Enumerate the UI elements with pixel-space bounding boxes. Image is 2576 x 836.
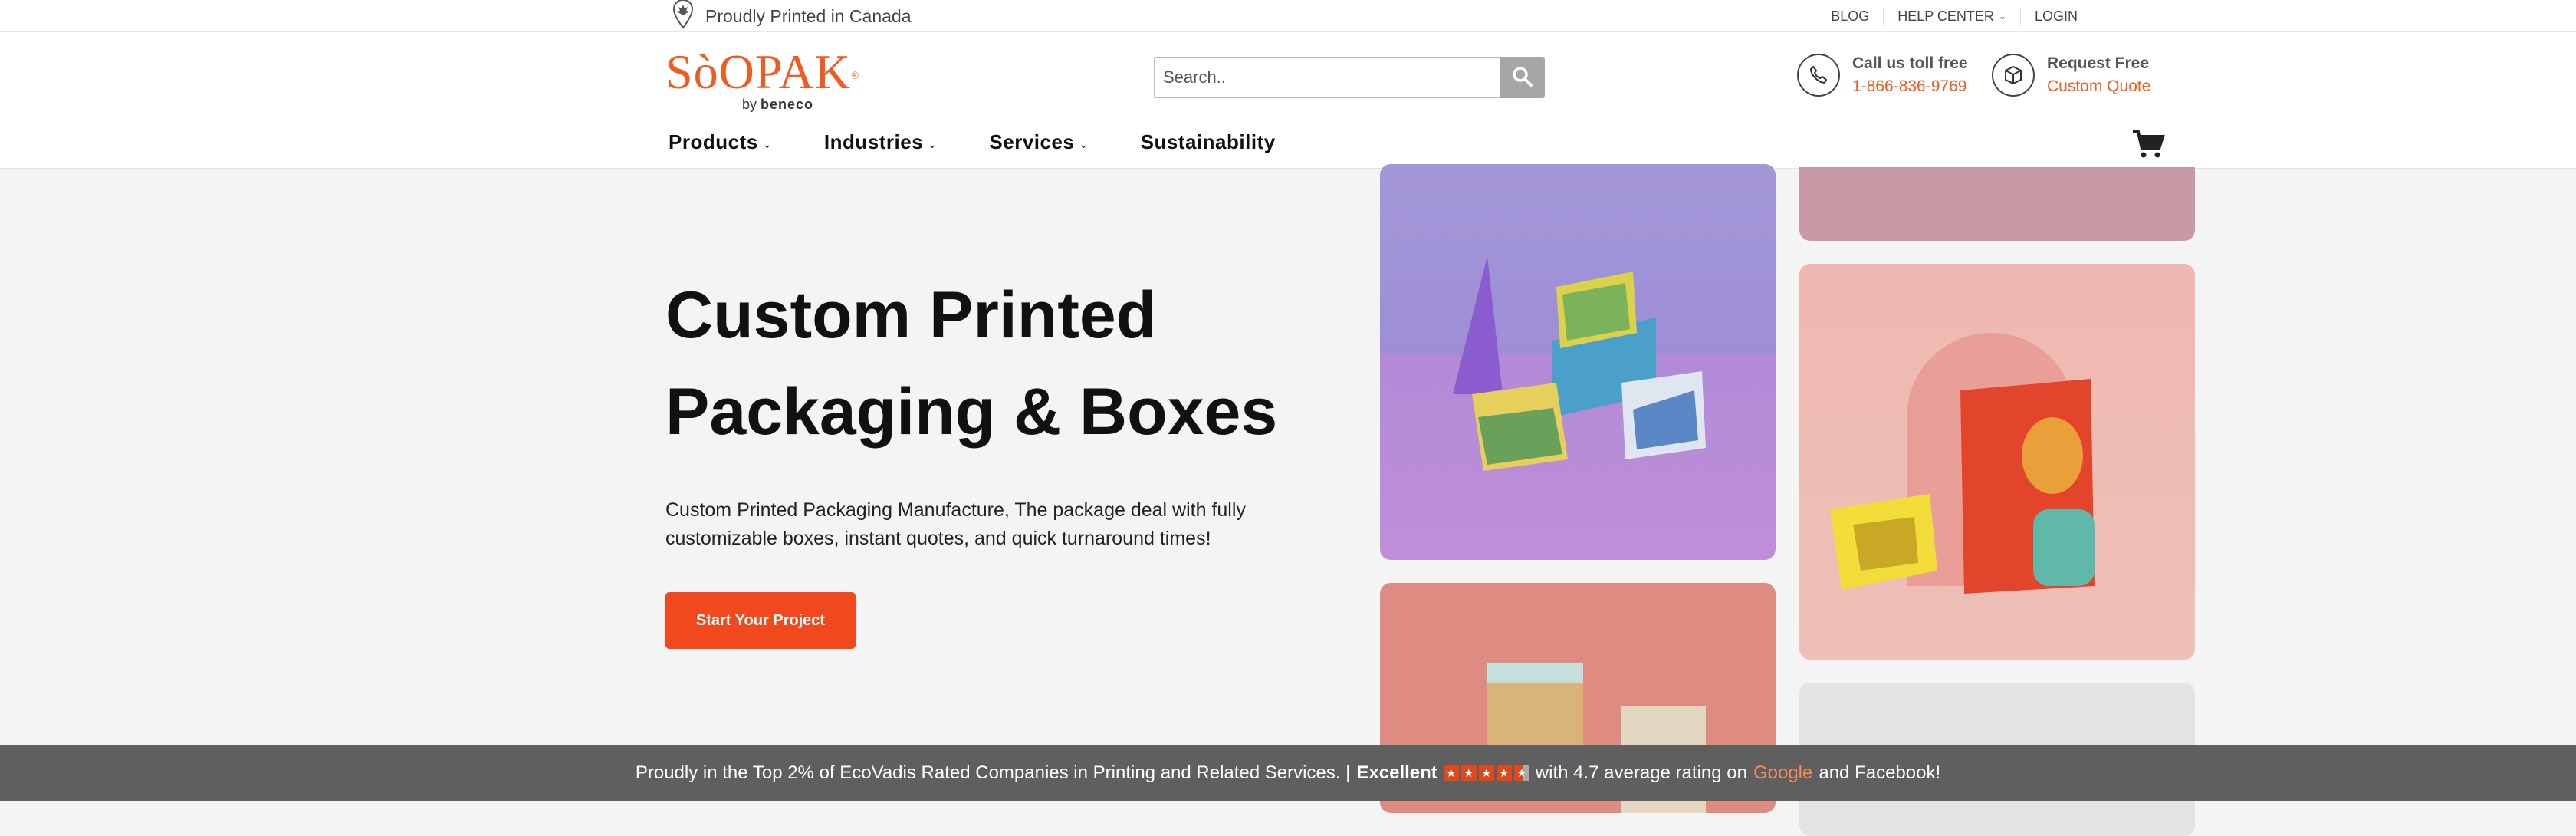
toll-free-contact[interactable]: Call us toll free 1-866-836-9769 xyxy=(1797,54,1968,97)
chevron-down-icon: ⌄ xyxy=(1079,138,1089,150)
rating-bar: Proudly in the Top 2% of EcoVadis Rated … xyxy=(0,745,2576,801)
rating-text: with 4.7 average rating on xyxy=(1535,762,1747,783)
top-links: BLOG HELP CENTER ⌄ LOGIN xyxy=(1817,0,2091,32)
blog-link[interactable]: BLOG xyxy=(1817,8,1883,25)
facebook-text: and Facebook! xyxy=(1819,762,1941,783)
search-input[interactable] xyxy=(1154,57,1500,98)
chevron-down-icon: ⌄ xyxy=(762,138,772,150)
logo-parent: beneco xyxy=(761,97,814,112)
soopak-logo[interactable]: SòOPAK® by beneco xyxy=(665,44,860,115)
cart-icon xyxy=(2131,130,2165,163)
star-rating: ★ ★ ★ ★ ★ xyxy=(1443,765,1530,781)
hero-title-line2: Packaging & Boxes xyxy=(665,375,1278,449)
tagline-text: Proudly Printed in Canada xyxy=(705,5,912,26)
custom-quote-link[interactable]: Custom Quote xyxy=(2047,77,2150,96)
search-button[interactable] xyxy=(1500,57,1545,98)
chevron-down-icon: ⌄ xyxy=(1998,11,2006,21)
logo-brand: SòOPAK xyxy=(665,44,851,99)
top-bar: Proudly Printed in Canada BLOG HELP CENT… xyxy=(0,0,2576,32)
product-image-tile xyxy=(1799,264,2195,660)
star-half-icon: ★ xyxy=(1513,765,1530,781)
hero-title-line1: Custom Printed xyxy=(665,278,1157,352)
google-link[interactable]: Google xyxy=(1753,762,1812,784)
product-image-tile xyxy=(1380,164,1776,560)
search-bar xyxy=(1154,57,1545,98)
box-icon xyxy=(1992,54,2035,97)
logo-registered: ® xyxy=(850,71,860,82)
logo-by: by xyxy=(742,97,757,112)
main-nav: Products ⌄ Industries ⌄ Services ⌄ Sustaina… xyxy=(669,130,1328,154)
star-icon: ★ xyxy=(1496,765,1512,781)
phone-title: Call us toll free xyxy=(1852,54,1968,72)
hero-title: Custom Printed Packaging & Boxes xyxy=(665,267,1355,460)
star-icon: ★ xyxy=(1460,765,1477,781)
product-image-tile xyxy=(1799,167,2195,241)
canada-tagline: Proudly Printed in Canada xyxy=(669,0,912,32)
phone-number-link[interactable]: 1-866-836-9769 xyxy=(1852,77,1968,96)
nav-item-products[interactable]: Products ⌄ xyxy=(669,130,772,154)
star-icon: ★ xyxy=(1443,765,1459,781)
ecovadis-text: Proudly in the Top 2% of EcoVadis Rated … xyxy=(635,762,1351,783)
quote-title: Request Free xyxy=(2047,54,2150,72)
illustrated-boxes-image xyxy=(1453,256,1706,471)
login-link[interactable]: LOGIN xyxy=(2019,8,2091,25)
help-center-link[interactable]: HELP CENTER ⌄ xyxy=(1883,8,2020,25)
start-project-button[interactable]: Start Your Project xyxy=(665,592,856,649)
star-icon: ★ xyxy=(1478,765,1494,781)
food-packaging-image xyxy=(1830,333,2095,594)
hero-description: Custom Printed Packaging Manufacture, Th… xyxy=(665,499,1246,549)
phone-icon xyxy=(1797,54,1840,97)
maple-pin-icon xyxy=(669,0,698,34)
site-header: SòOPAK® by beneco Call us toll free 1-86… xyxy=(0,32,2576,209)
nav-item-sustainability[interactable]: Sustainability xyxy=(1141,130,1276,154)
request-quote-contact[interactable]: Request Free Custom Quote xyxy=(1992,54,2150,97)
rating-word: Excellent xyxy=(1356,762,1438,783)
nav-item-industries[interactable]: Industries ⌄ xyxy=(824,130,937,154)
nav-item-services[interactable]: Services ⌄ xyxy=(989,130,1088,154)
chevron-down-icon: ⌄ xyxy=(928,138,938,150)
search-icon xyxy=(1512,66,1533,90)
